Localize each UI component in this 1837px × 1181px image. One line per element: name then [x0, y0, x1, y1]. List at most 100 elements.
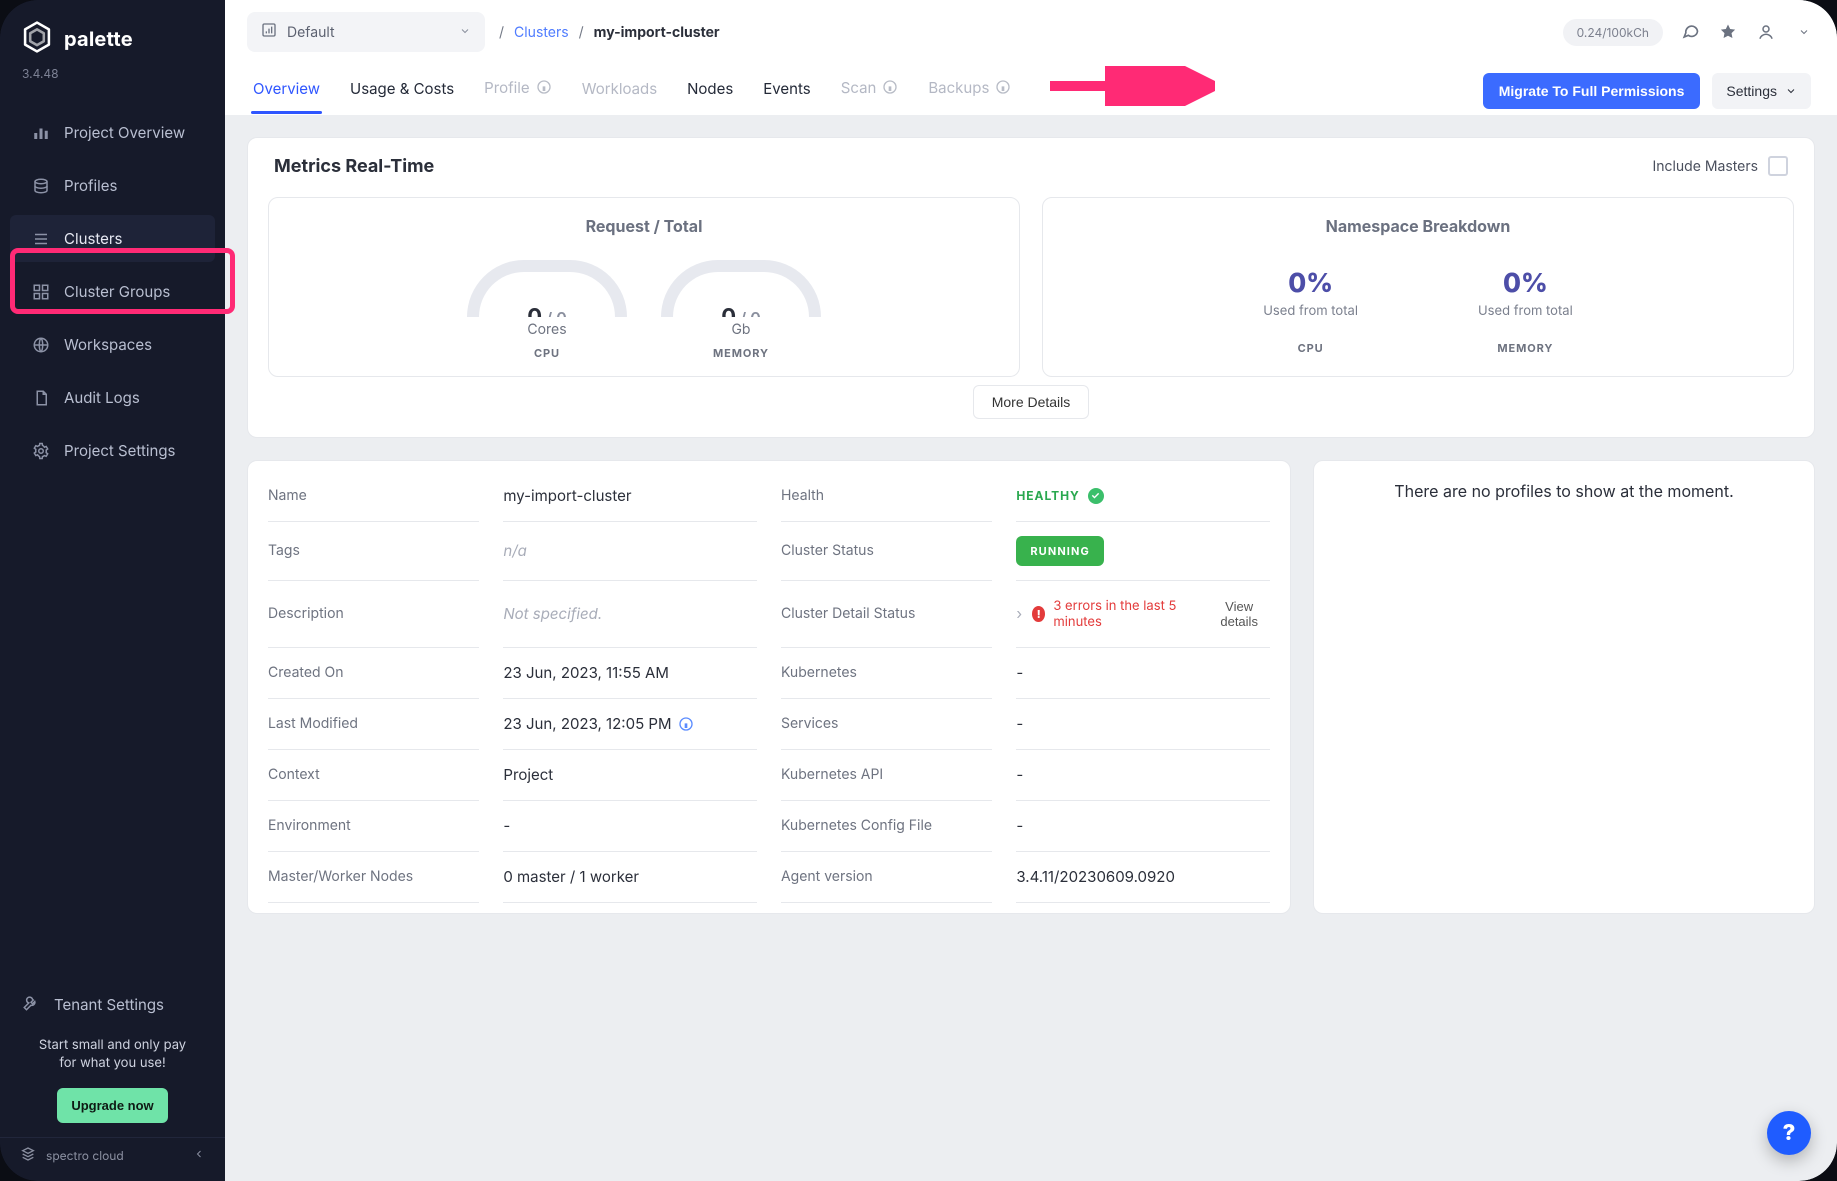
check-circle-icon: [1088, 488, 1104, 504]
include-masters-toggle[interactable]: Include Masters: [1652, 156, 1788, 176]
brand-version: 3.4.48: [0, 62, 225, 91]
gauge-mem-label: MEMORY: [713, 346, 769, 360]
no-profiles-text: There are no profiles to show at the mom…: [1334, 481, 1794, 501]
ns-cpu: 0% Used from total CPU: [1263, 268, 1358, 355]
sidebar-item-label: Workspaces: [64, 335, 152, 354]
sidebar-item-clusters[interactable]: Clusters: [10, 215, 215, 262]
sidebar-item-cluster-groups[interactable]: Cluster Groups: [10, 268, 215, 315]
ns-mem-lab: MEMORY: [1478, 341, 1573, 355]
help-fab[interactable]: ?: [1767, 1111, 1811, 1155]
metrics-card: Metrics Real-Time Include Masters Reques…: [247, 137, 1815, 438]
chart-bars-icon: [32, 124, 50, 142]
running-badge: RUNNING: [1016, 536, 1103, 566]
breadcrumb: / Clusters / my-import-cluster: [499, 24, 720, 41]
chevron-down-icon: [459, 24, 471, 41]
sidebar-nav: Project Overview Profiles Clusters Clust…: [0, 107, 225, 476]
ns-cpu-lab: CPU: [1263, 341, 1358, 355]
details-card: Namemy-import-clusterHealthHEALTHYTagsn/…: [247, 460, 1291, 914]
metrics-left-title: Request / Total: [287, 216, 1001, 236]
gauge-mem-value: 0: [721, 304, 736, 317]
brand: palette: [0, 12, 225, 62]
detail-value: Project: [503, 750, 757, 801]
stack-icon: [32, 177, 50, 195]
detail-label: Cluster Status: [781, 522, 992, 581]
sidebar-item-tenant-settings[interactable]: Tenant Settings: [0, 980, 225, 1030]
migrate-button[interactable]: Migrate To Full Permissions: [1483, 73, 1701, 109]
gauge-cpu-value: 0: [527, 304, 542, 317]
settings-button[interactable]: Settings: [1712, 73, 1811, 109]
ns-cpu-used: Used from total: [1263, 303, 1358, 319]
info-icon: [678, 716, 694, 732]
sidebar-item-label: Clusters: [64, 229, 122, 248]
detail-label: Health: [781, 471, 992, 522]
sidebar-item-profiles[interactable]: Profiles: [10, 162, 215, 209]
info-icon: [882, 80, 898, 99]
detail-label: Master/Worker Nodes: [268, 852, 479, 903]
detail-value: my-import-cluster: [503, 471, 757, 522]
scope-label: Default: [287, 24, 335, 41]
tab-overview[interactable]: Overview: [251, 69, 322, 114]
globe-icon: [32, 336, 50, 354]
sidebar-item-label: Profiles: [64, 176, 117, 195]
user-icon[interactable]: [1755, 21, 1777, 43]
sidebar-item-label: Tenant Settings: [54, 995, 164, 1014]
promo-line-2: for what you use!: [18, 1054, 207, 1072]
detail-value: 23 Jun, 2023, 12:05 PM: [503, 699, 757, 750]
detail-value: -: [1016, 648, 1270, 699]
sidebar-item-label: Project Overview: [64, 123, 185, 142]
profiles-card: There are no profiles to show at the mom…: [1313, 460, 1815, 914]
detail-label: Kubernetes: [781, 648, 992, 699]
sidebar-promo: Start small and only pay for what you us…: [0, 1030, 225, 1078]
upgrade-button[interactable]: Upgrade now: [57, 1088, 167, 1123]
detail-label: Description: [268, 581, 479, 648]
ns-mem-used: Used from total: [1478, 303, 1573, 319]
grid-icon: [32, 283, 50, 301]
sidebar-item-workspaces[interactable]: Workspaces: [10, 321, 215, 368]
chat-icon[interactable]: [1679, 21, 1701, 43]
detail-value: n/a: [503, 522, 757, 581]
detail-label: Kubernetes API: [781, 750, 992, 801]
chevron-right-icon[interactable]: ›: [1016, 604, 1022, 623]
detail-value: HEALTHY: [1016, 471, 1270, 522]
breadcrumb-link-clusters[interactable]: Clusters: [514, 24, 569, 41]
gauge-cpu-label: CPU: [534, 346, 560, 360]
collapse-sidebar-icon[interactable]: [193, 1148, 205, 1163]
info-icon: [536, 80, 552, 99]
credits-pill: 0.24/100kCh: [1563, 19, 1663, 46]
gauge-memory: 0/ 0 Gb MEMORY: [656, 260, 826, 360]
more-details-button[interactable]: More Details: [973, 385, 1090, 419]
detail-label: Kubernetes Config File: [781, 801, 992, 852]
error-icon: !: [1032, 606, 1045, 622]
star-icon[interactable]: [1717, 21, 1739, 43]
user-chevron-icon[interactable]: [1793, 21, 1815, 43]
detail-value: -: [1016, 699, 1270, 750]
ns-cpu-pct: 0%: [1263, 268, 1358, 299]
health-badge: HEALTHY: [1016, 488, 1103, 504]
settings-label: Settings: [1726, 83, 1777, 99]
tab-backups: Backups: [926, 68, 1013, 115]
include-masters-label: Include Masters: [1652, 158, 1758, 175]
view-details-button[interactable]: View details: [1208, 595, 1270, 633]
detail-value: 0 master / 1 worker: [503, 852, 757, 903]
brand-logo-icon: [20, 20, 54, 58]
list-icon: [32, 230, 50, 248]
tab-events[interactable]: Events: [761, 69, 812, 114]
sidebar-item-project-overview[interactable]: Project Overview: [10, 109, 215, 156]
sidebar-item-label: Audit Logs: [64, 388, 140, 407]
tab-usage-costs[interactable]: Usage & Costs: [348, 69, 456, 114]
sidebar-item-project-settings[interactable]: Project Settings: [10, 427, 215, 474]
detail-label: Environment: [268, 801, 479, 852]
metrics-title: Metrics Real-Time: [274, 156, 434, 177]
tab-nodes[interactable]: Nodes: [685, 69, 735, 114]
ns-memory: 0% Used from total MEMORY: [1478, 268, 1573, 355]
wrench-icon: [22, 994, 40, 1016]
document-icon: [32, 389, 50, 407]
detail-label: Context: [268, 750, 479, 801]
detail-label: Created On: [268, 648, 479, 699]
sidebar-item-audit-logs[interactable]: Audit Logs: [10, 374, 215, 421]
scope-dropdown[interactable]: Default: [247, 12, 485, 52]
detail-value: -: [1016, 801, 1270, 852]
tab-label: Backups: [928, 78, 989, 97]
breadcrumb-sep: /: [499, 24, 504, 41]
topbar: Default / Clusters / my-import-cluster 0…: [225, 0, 1837, 52]
